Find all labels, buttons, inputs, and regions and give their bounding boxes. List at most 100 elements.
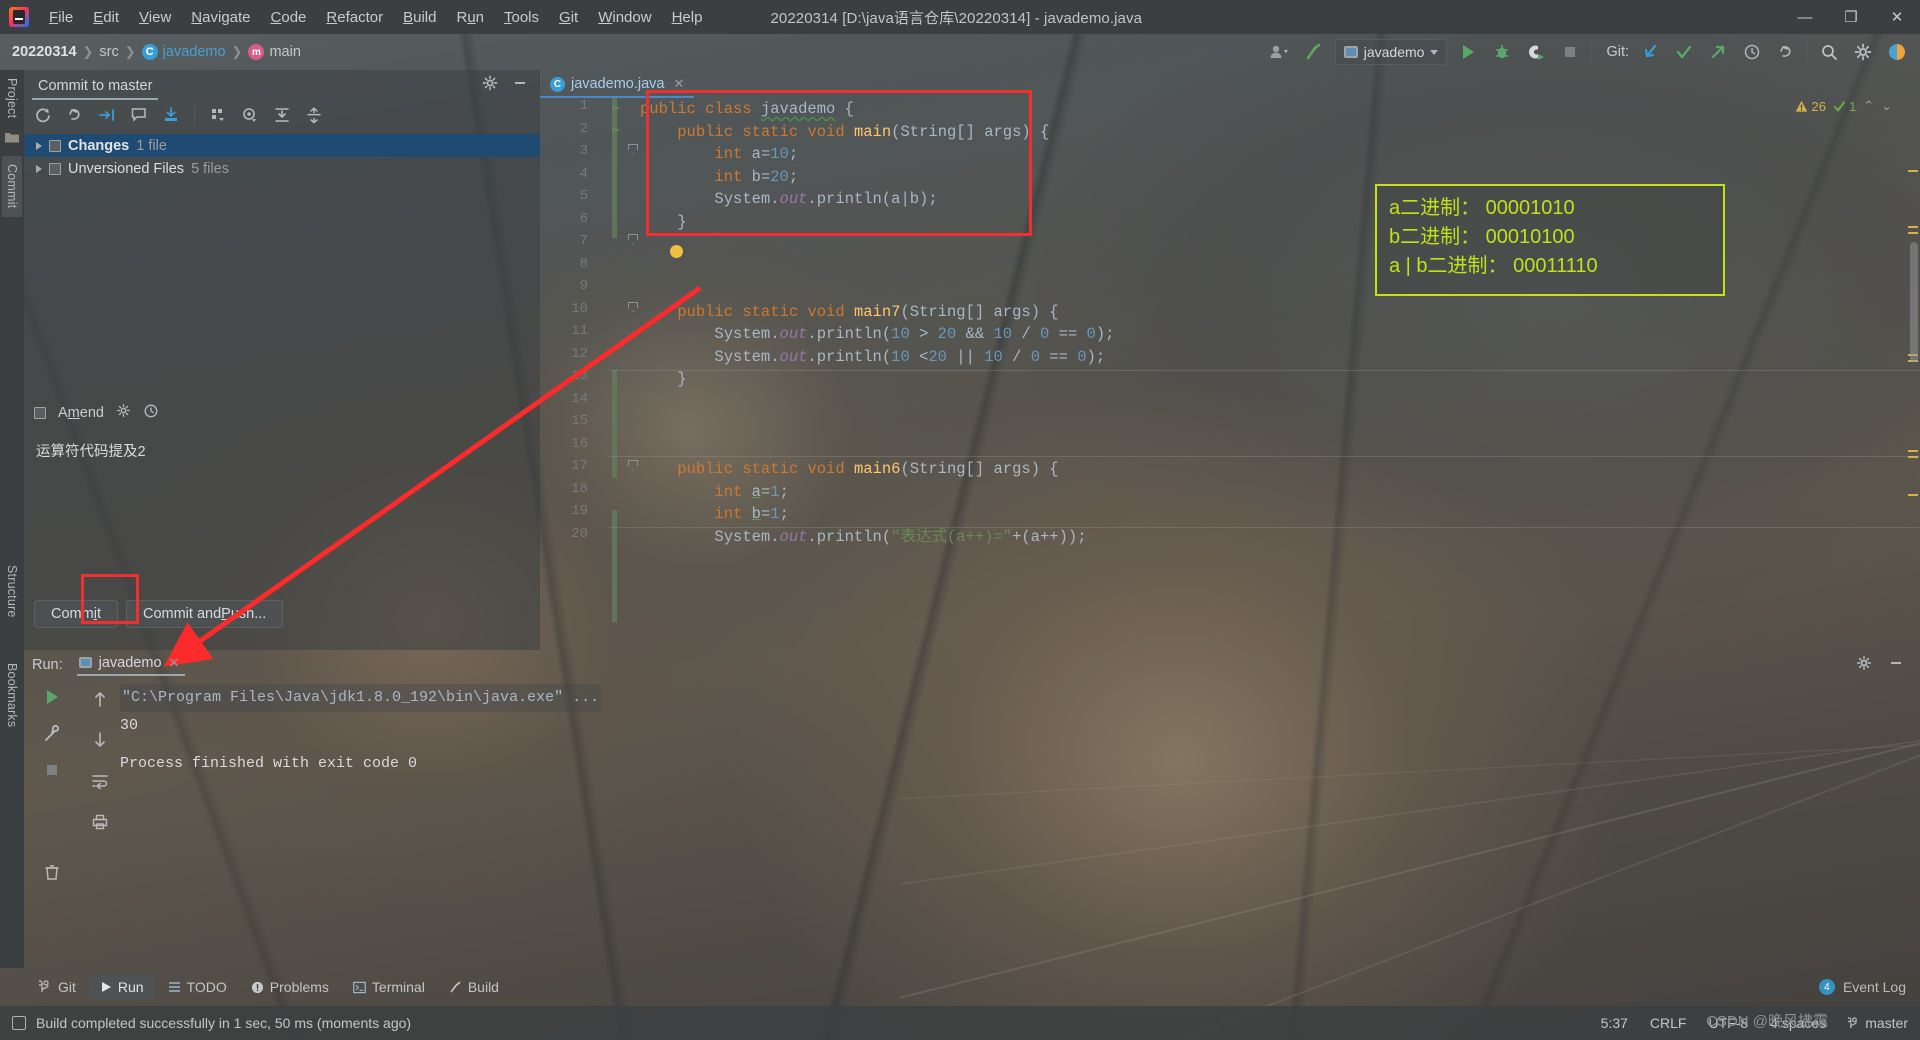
commit-and-push-button[interactable]: Commit and Push... <box>125 600 284 628</box>
gear-icon[interactable] <box>1850 39 1876 65</box>
line-separator[interactable]: CRLF <box>1650 1015 1687 1031</box>
collapse-all-icon[interactable] <box>305 106 323 124</box>
tree-row[interactable]: Unversioned Files 5 files <box>24 157 540 180</box>
debug-button[interactable] <box>1489 39 1515 65</box>
breadcrumb-class[interactable]: javademo <box>163 44 226 60</box>
unversioned-checkbox[interactable] <box>49 162 61 175</box>
editor-scrollbar-thumb[interactable] <box>1910 242 1918 362</box>
warning-marker[interactable] <box>1908 170 1918 172</box>
caret-position[interactable]: 5:37 <box>1601 1015 1628 1031</box>
menu-navigate[interactable]: Navigate <box>181 5 260 30</box>
menu-run[interactable]: Run <box>446 5 494 30</box>
search-everywhere-icon[interactable] <box>1884 39 1910 65</box>
tab-build[interactable]: Build <box>438 974 510 1000</box>
menu-tools[interactable]: Tools <box>494 5 549 30</box>
event-log-widget[interactable]: 4 Event Log <box>1818 979 1920 995</box>
close-button[interactable]: ✕ <box>1874 0 1920 34</box>
console-output[interactable]: "C:\Program Files\Java\jdk1.8.0_192\bin\… <box>120 684 1910 964</box>
sidebar-item-project[interactable]: Project <box>2 70 22 126</box>
hide-run-panel-icon[interactable] <box>1888 655 1904 675</box>
breadcrumb-method[interactable]: main <box>269 44 300 60</box>
menu-view[interactable]: View <box>129 5 181 30</box>
scroll-up-icon[interactable] <box>92 690 108 713</box>
preview-icon[interactable] <box>241 106 259 124</box>
settings-gear-icon[interactable] <box>482 75 498 96</box>
git-update-project-icon[interactable] <box>1637 39 1663 65</box>
menu-edit[interactable]: Edit <box>83 5 129 30</box>
refresh-icon[interactable] <box>34 106 52 124</box>
menu-help[interactable]: Help <box>662 5 713 30</box>
run-with-coverage-button[interactable] <box>1523 39 1549 65</box>
close-icon[interactable]: ✕ <box>169 655 180 671</box>
amend-checkbox[interactable] <box>34 407 46 419</box>
search-icon[interactable] <box>1816 39 1842 65</box>
chevron-right-icon[interactable] <box>36 141 42 150</box>
print-icon[interactable] <box>91 813 109 836</box>
menu-refactor[interactable]: Refactor <box>316 5 393 30</box>
rollback-changes-icon[interactable] <box>66 106 84 124</box>
comment-icon[interactable] <box>130 106 148 124</box>
tab-git[interactable]: Git <box>28 974 87 1000</box>
minimize-button[interactable]: — <box>1782 0 1828 34</box>
edit-configuration-icon[interactable] <box>43 724 61 748</box>
build-hammer-icon[interactable] <box>1301 39 1327 65</box>
run-button[interactable] <box>1455 39 1481 65</box>
fold-region-icon[interactable] <box>628 460 638 470</box>
tab-commit-to-master[interactable]: Commit to master <box>24 76 166 100</box>
show-diff-icon[interactable] <box>98 106 116 124</box>
run-settings-gear-icon[interactable] <box>1856 655 1872 675</box>
breadcrumb-src[interactable]: src <box>99 44 118 60</box>
menu-git[interactable]: Git <box>549 5 588 30</box>
tab-run[interactable]: Run <box>88 974 155 1000</box>
scroll-down-icon[interactable] <box>92 731 108 754</box>
menu-file[interactable]: FFileile <box>39 5 83 30</box>
commit-message-input[interactable]: 运算符代码提及2 <box>24 432 540 582</box>
breadcrumb-project[interactable]: 20220314 <box>12 44 77 60</box>
tab-todo[interactable]: TODO <box>157 974 238 1000</box>
trash-icon[interactable] <box>43 863 61 886</box>
inspection-marker-bar[interactable] <box>1906 154 1920 624</box>
sidebar-item-commit[interactable]: Commit <box>2 156 22 217</box>
commit-message-history-icon[interactable] <box>143 403 159 424</box>
maximize-button[interactable]: ❐ <box>1828 0 1874 34</box>
tab-problems[interactable]: Problems <box>240 974 340 1000</box>
fold-region-icon[interactable] <box>628 302 638 312</box>
git-push-icon[interactable] <box>1705 39 1731 65</box>
run-configuration-selector[interactable]: javademo <box>1334 39 1448 65</box>
expand-all-icon[interactable] <box>273 106 291 124</box>
stop-button[interactable] <box>1557 39 1583 65</box>
tab-terminal[interactable]: Terminal <box>342 974 436 1000</box>
menu-window[interactable]: Window <box>588 5 661 30</box>
sidebar-item-bookmarks[interactable]: Bookmarks <box>2 655 22 735</box>
group-by-icon[interactable] <box>209 106 227 124</box>
fold-region-icon[interactable] <box>628 234 638 244</box>
sidebar-item-structure[interactable]: Structure <box>2 557 22 626</box>
warning-marker[interactable] <box>1908 456 1918 458</box>
chevron-right-icon[interactable] <box>36 164 42 173</box>
rollback-icon[interactable] <box>1773 39 1799 65</box>
tree-row[interactable]: Changes 1 file <box>24 134 540 157</box>
shelve-icon[interactable] <box>162 106 180 124</box>
warning-marker[interactable] <box>1908 494 1918 496</box>
file-status-icon[interactable] <box>12 1016 26 1030</box>
line-number: 19 <box>571 503 588 519</box>
fold-region-icon[interactable] <box>628 144 638 154</box>
git-commit-icon[interactable] <box>1671 39 1697 65</box>
warning-marker[interactable] <box>1908 226 1918 228</box>
menu-code[interactable]: Code <box>261 5 317 30</box>
menu-build[interactable]: Build <box>393 5 446 30</box>
run-tab-javademo[interactable]: javademo ✕ <box>73 655 190 676</box>
git-history-icon[interactable] <box>1739 39 1765 65</box>
folder-icon[interactable] <box>4 130 20 146</box>
warning-marker[interactable] <box>1908 450 1918 452</box>
git-branch-widget[interactable]: master <box>1848 1015 1908 1031</box>
console-result: 30 <box>120 717 139 734</box>
soft-wrap-icon[interactable] <box>91 772 109 795</box>
hide-panel-icon[interactable] <box>512 75 528 96</box>
rerun-icon[interactable] <box>43 688 61 711</box>
changes-checkbox[interactable] <box>49 139 61 152</box>
warning-marker[interactable] <box>1908 232 1918 234</box>
stop-icon[interactable] <box>44 762 60 783</box>
user-accounts-icon[interactable] <box>1267 39 1293 65</box>
commit-options-gear-icon[interactable] <box>116 403 131 423</box>
